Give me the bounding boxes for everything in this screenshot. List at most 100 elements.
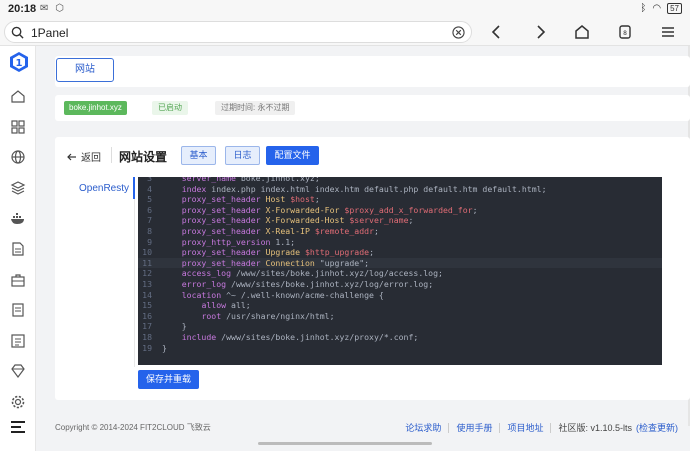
- code-text: }: [162, 321, 187, 332]
- code-line[interactable]: 12 access_log /www/sites/boke.jinhot.xyz…: [138, 268, 662, 279]
- home-menu-icon[interactable]: [10, 88, 26, 104]
- code-line[interactable]: 8 proxy_set_header X-Real-IP $remote_add…: [138, 226, 662, 237]
- code-text: proxy_set_header Upgrade $http_upgrade;: [181, 247, 375, 258]
- save-and-reload-button[interactable]: 保存并重载: [138, 370, 199, 389]
- site-domain-tag: boke.jinhot.xyz: [64, 101, 127, 115]
- logs-icon[interactable]: [10, 302, 26, 318]
- toolbox-icon[interactable]: [10, 272, 26, 288]
- back-button[interactable]: 返回: [67, 149, 101, 164]
- code-text: include /www/sites/boke.jinhot.xyz/proxy…: [181, 332, 419, 342]
- code-text: }: [162, 342, 167, 353]
- address-bar[interactable]: 1Panel: [4, 21, 472, 43]
- code-line[interactable]: 19}: [138, 343, 662, 354]
- config-file-tab-button[interactable]: 配置文件: [266, 146, 319, 165]
- status-right: ᛒ ◠ 57: [640, 3, 682, 14]
- line-number: 3: [147, 177, 152, 183]
- code-line[interactable]: 5 proxy_set_header Host $host;: [138, 194, 662, 205]
- database-layers-icon[interactable]: [10, 180, 26, 196]
- code-line[interactable]: 3 server_name boke.jinhot.xyz;: [138, 177, 662, 184]
- website-settings-panel: 返回 网站设置 基本 日志 配置文件 OpenResty 3 server_na…: [55, 137, 690, 400]
- code-line[interactable]: 6 proxy_set_header X-Forwarded-For $prox…: [138, 205, 662, 216]
- diamond-icon[interactable]: [10, 363, 26, 379]
- line-number: 14: [142, 289, 152, 300]
- clear-icon[interactable]: [452, 26, 465, 39]
- footer-links: 论坛求助 使用手册 项目地址 社区版: v1.10.5-lts (检查更新): [405, 421, 678, 434]
- config-code-editor[interactable]: 3 server_name boke.jinhot.xyz; 4 index in…: [138, 177, 662, 365]
- docker-icon[interactable]: [10, 210, 26, 226]
- line-number: 7: [147, 215, 152, 226]
- code-text: proxy_set_header X-Forwarded-For $proxy_…: [181, 204, 478, 215]
- home-icon[interactable]: [572, 22, 592, 42]
- line-number: 4: [147, 183, 152, 194]
- apps-icon[interactable]: [10, 119, 26, 135]
- line-number: 10: [142, 247, 152, 258]
- back-label: 返回: [81, 153, 101, 164]
- home-indicator: [258, 442, 432, 445]
- expire-tag: 过期时间: 永不过期: [215, 101, 296, 115]
- code-text: access_log /www/sites/boke.jinhot.xyz/lo…: [181, 268, 443, 279]
- code-line[interactable]: 9 proxy_http_version 1.1;: [138, 237, 662, 248]
- menu-active-indicator: [133, 177, 135, 199]
- 1panel-logo-icon[interactable]: 1: [9, 51, 29, 73]
- line-number: 19: [142, 342, 152, 353]
- tab-website[interactable]: 网站: [56, 58, 114, 82]
- bluetooth-icon: ᛒ: [640, 3, 647, 14]
- header-divider: [111, 147, 112, 163]
- code-line[interactable]: 13 error_log /www/sites/boke.jinhot.xyz/…: [138, 279, 662, 290]
- manual-link[interactable]: 使用手册: [456, 421, 492, 434]
- code-text: server_name boke.jinhot.xyz;: [181, 177, 320, 183]
- cronjob-icon[interactable]: [10, 333, 26, 349]
- svg-text:1: 1: [16, 58, 23, 69]
- basic-tab-button[interactable]: 基本: [181, 146, 216, 165]
- notification-icons: ✉ ⬡: [40, 3, 66, 14]
- files-icon[interactable]: [10, 241, 26, 257]
- code-text: allow all;: [201, 300, 251, 311]
- code-line[interactable]: 16 root /usr/share/nginx/html;: [138, 311, 662, 322]
- forum-link[interactable]: 论坛求助: [405, 421, 441, 434]
- line-number: 15: [142, 300, 152, 311]
- menu-item-openresty[interactable]: OpenResty: [79, 183, 129, 194]
- code-text: location ^~ /.well-known/acme-challenge …: [181, 289, 384, 300]
- arrow-left-icon: [67, 153, 76, 160]
- code-text: proxy_set_header X-Forwarded-Host $serve…: [181, 215, 414, 226]
- edition-text: 社区版: v1.10.5-lts: [558, 423, 632, 433]
- browser-toolbar: 1Panel 8: [0, 18, 690, 46]
- menu-icon[interactable]: [658, 22, 678, 42]
- footer: Copyright © 2014-2024 FIT2CLOUD 飞致云 论坛求助…: [55, 418, 690, 434]
- status-time: 20:18: [8, 3, 37, 15]
- line-number: 16: [142, 310, 152, 321]
- wifi-icon: ◠: [652, 3, 662, 14]
- line-number: 8: [147, 226, 152, 236]
- line-number: 18: [142, 332, 152, 342]
- code-line[interactable]: 10 proxy_set_header Upgrade $http_upgrad…: [138, 247, 662, 258]
- check-update-link[interactable]: (检查更新): [636, 421, 678, 434]
- back-icon[interactable]: [487, 22, 507, 42]
- code-text: proxy_set_header X-Real-IP $remote_addr;: [181, 226, 379, 236]
- sidebar: 1: [0, 46, 36, 451]
- line-number: 9: [147, 236, 152, 247]
- code-text: error_log /www/sites/boke.jinhot.xyz/log…: [181, 279, 434, 289]
- code-text: proxy_set_header Host $host;: [181, 194, 320, 205]
- project-link[interactable]: 项目地址: [507, 421, 543, 434]
- website-tab-bar: 网站: [55, 56, 690, 87]
- line-number: 5: [147, 194, 152, 205]
- server-menu: OpenResty: [55, 177, 135, 367]
- log-tab-button[interactable]: 日志: [225, 146, 260, 165]
- code-text: index index.php index.html index.htm def…: [181, 183, 547, 194]
- forward-icon[interactable]: [530, 22, 550, 42]
- code-line[interactable]: 7 proxy_set_header X-Forwarded-Host $ser…: [138, 215, 662, 226]
- code-line[interactable]: 11 proxy_set_header Connection "upgrade"…: [138, 257, 662, 269]
- code-line[interactable]: 15 allow all;: [138, 300, 662, 311]
- line-number: 13: [142, 279, 152, 289]
- code-line[interactable]: 18 include /www/sites/boke.jinhot.xyz/pr…: [138, 332, 662, 343]
- line-number: 12: [142, 268, 152, 279]
- status-bar: 20:18 ✉ ⬡ ᛒ ◠ 57: [0, 0, 690, 18]
- collapse-menu-icon[interactable]: [10, 420, 26, 434]
- website-globe-icon[interactable]: [10, 149, 26, 165]
- tabs-icon[interactable]: 8: [615, 22, 635, 42]
- code-line[interactable]: 17 }: [138, 321, 662, 332]
- code-text: proxy_http_version 1.1;: [181, 236, 296, 247]
- code-line[interactable]: 14 location ^~ /.well-known/acme-challen…: [138, 290, 662, 301]
- code-line[interactable]: 4 index index.php index.html index.htm d…: [138, 184, 662, 195]
- settings-gear-icon[interactable]: [10, 394, 26, 410]
